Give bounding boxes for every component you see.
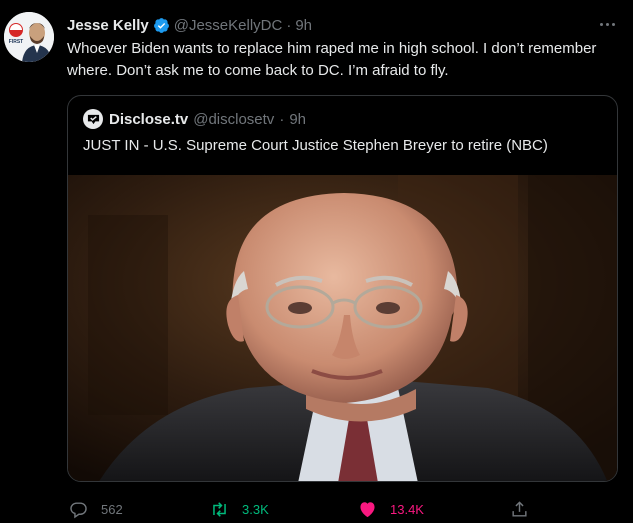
quoted-header: Disclose.tv @disclosetv · 9h [83,109,306,129]
separator-dot: · [279,110,285,128]
tweet-header: Jesse Kelly @JesseKellyDC · 9h [67,15,312,35]
share-icon [512,500,527,517]
retweet-count: 3.3K [242,501,269,517]
verified-badge-icon [153,17,169,33]
author-handle[interactable]: @JesseKellyDC [174,17,283,34]
retweet-button[interactable]: 3.3K [210,497,269,521]
quoted-photo[interactable] [68,175,618,482]
tweet-actions: 562 3.3K 13.4K [67,497,537,521]
quoted-author-name[interactable]: Disclose.tv [109,111,188,128]
avatar[interactable]: FIRST [4,12,54,62]
author-name[interactable]: Jesse Kelly [67,17,149,34]
tweet[interactable]: FIRST Jesse Kelly @JesseKellyDC · 9h Who… [0,0,633,523]
quoted-author-handle[interactable]: @disclosetv [193,111,274,128]
separator-dot: · [286,16,292,34]
like-button[interactable]: 13.4K [358,497,424,521]
more-dot [599,22,603,26]
quoted-text: JUST IN - U.S. Supreme Court Justice Ste… [83,137,548,154]
quoted-time: 9h [289,110,306,128]
retweet-icon [213,501,226,517]
reply-icon [70,501,87,518]
reply-count: 562 [101,501,123,517]
quoted-tweet[interactable]: Disclose.tv @disclosetv · 9h JUST IN - U… [67,95,618,482]
share-button[interactable] [510,497,529,521]
like-count: 13.4K [390,501,424,517]
tweet-time[interactable]: 9h [295,17,312,34]
more-dot [611,22,615,26]
reply-button[interactable]: 562 [69,497,123,521]
tweet-text: Whoever Biden wants to replace him raped… [67,40,597,79]
more-dot [605,22,609,26]
disclose-logo-icon [83,109,103,129]
more-icon[interactable] [595,14,619,34]
avatar-badge-text: FIRST [9,39,23,45]
like-icon [360,501,375,517]
